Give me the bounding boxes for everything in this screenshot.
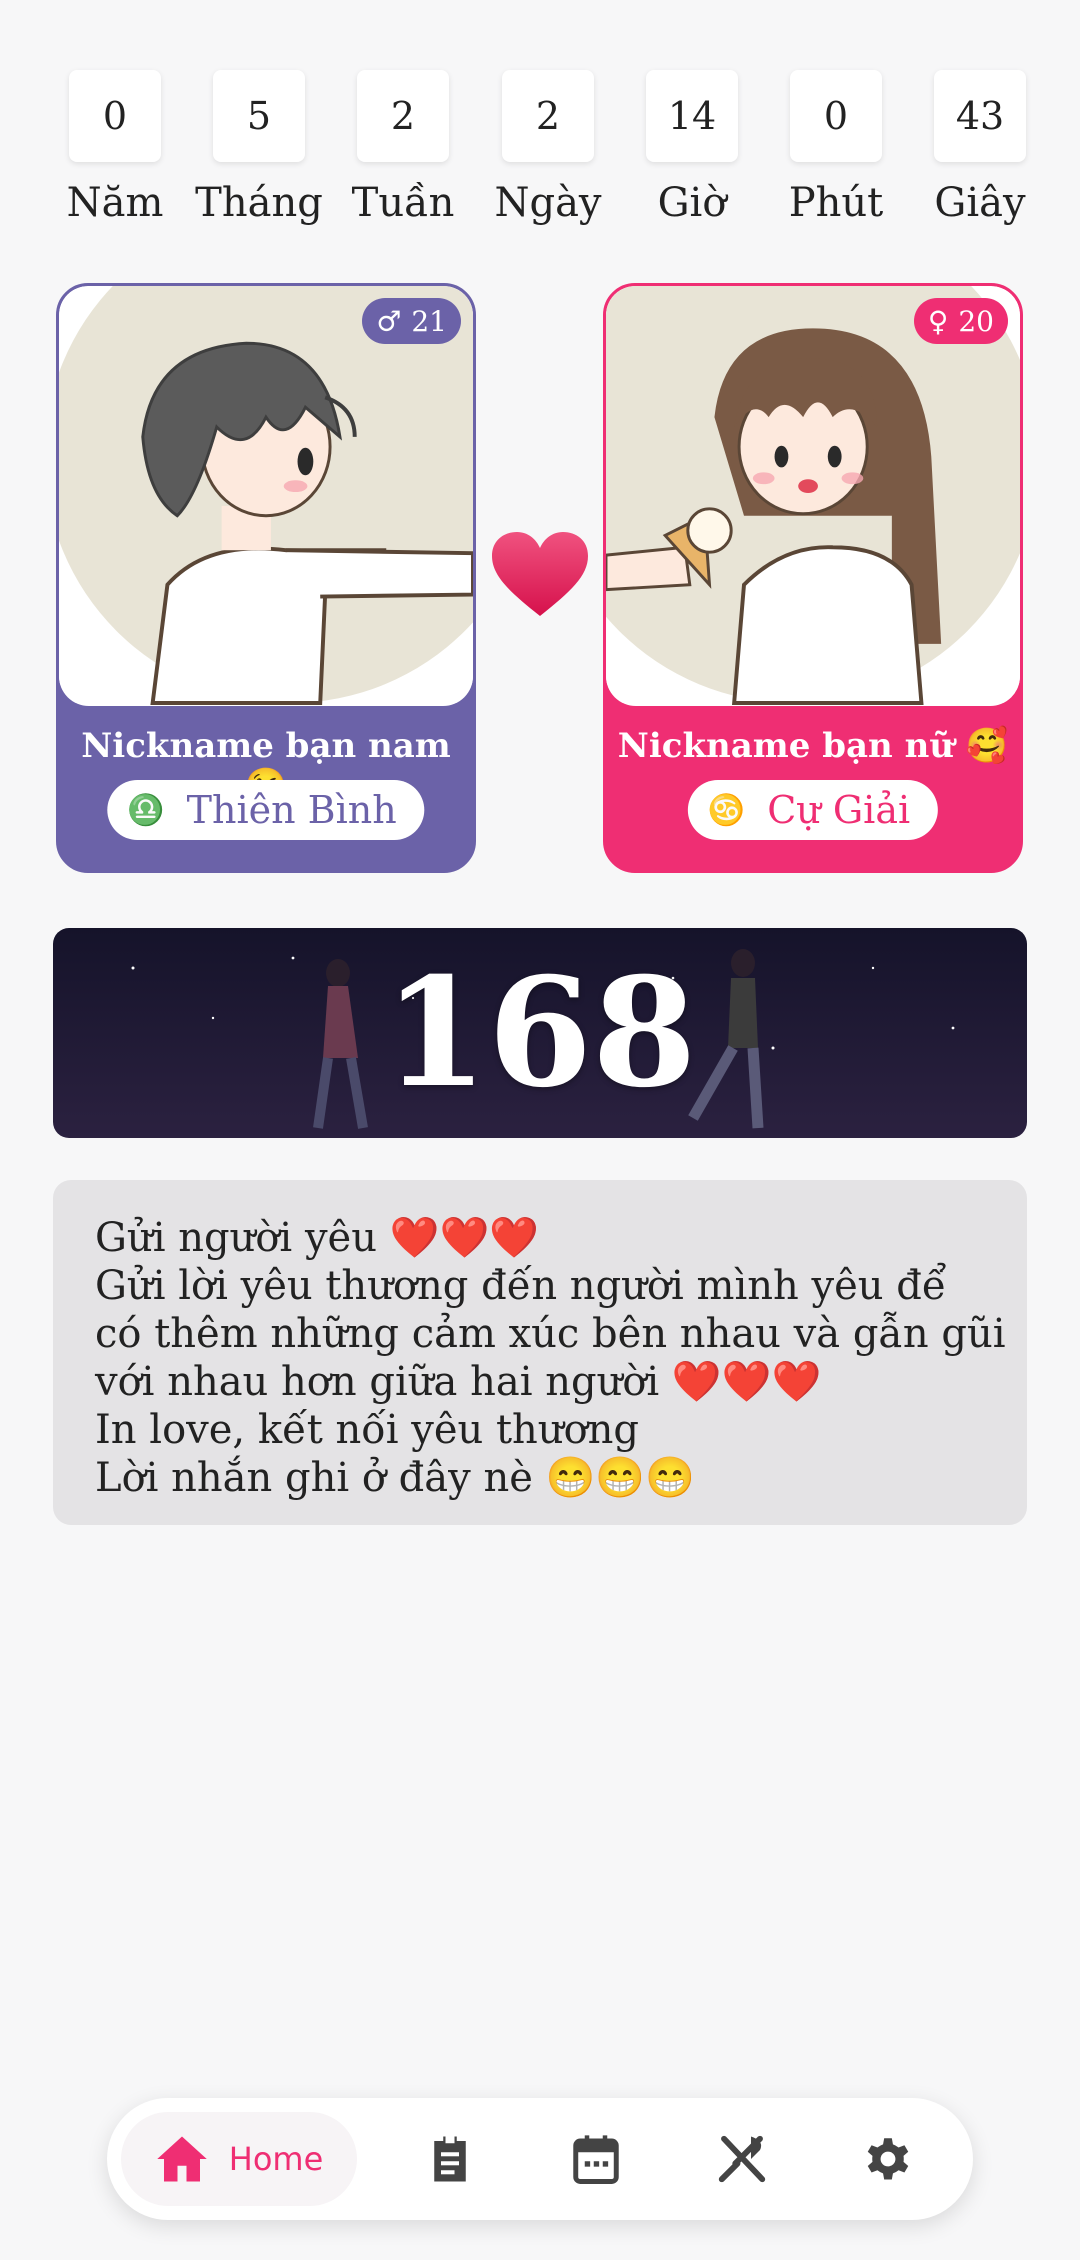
message-line: In love, kết nối yêu thương — [95, 1407, 640, 1453]
countdown-label: Giờ — [657, 180, 727, 226]
nav-home-label: Home — [228, 2140, 324, 2178]
countdown-value: 2 — [357, 70, 449, 162]
nav-settings-button[interactable] — [857, 2128, 919, 2190]
message-line: có thêm những cảm xúc bên nhau và gẫn gũ… — [95, 1311, 1006, 1357]
male-avatar[interactable]: ♂ 21 — [59, 286, 473, 706]
nav-home-button[interactable]: Home — [121, 2112, 357, 2206]
nav-notes-button[interactable] — [419, 2128, 481, 2190]
countdown-value: 5 — [213, 70, 305, 162]
settings-icon — [867, 2138, 909, 2180]
countdown-value: 0 — [790, 70, 882, 162]
female-age: 20 — [958, 304, 994, 338]
message-line: Gửi lời yêu thương đến người mình yêu để — [95, 1263, 947, 1309]
male-profile-card[interactable]: ♂ 21 Nickname bạn nam 😘 ♎ Thiên Bình — [56, 283, 476, 873]
countdown-value: 0 — [69, 70, 161, 162]
heart-icon — [490, 530, 590, 620]
cancer-icon: ♋ — [707, 792, 746, 828]
female-gender-icon: ♀ — [927, 304, 949, 338]
female-age-badge: ♀ 20 — [913, 298, 1008, 344]
girl-illustration — [606, 286, 1020, 705]
fork-knife-icon — [718, 2135, 766, 2183]
countdown-weeks: 2 Tuần — [328, 70, 478, 226]
countdown-seconds: 43 Giây — [905, 70, 1055, 226]
message-line: Gửi người yêu ❤️❤️❤️ — [95, 1215, 540, 1261]
days-count: 168 — [383, 945, 697, 1121]
countdown-label: Phút — [788, 180, 884, 226]
female-zodiac-pill[interactable]: ♋ Cự Giải — [687, 780, 939, 840]
countdown-label: Giây — [934, 180, 1026, 226]
home-icon — [157, 2136, 207, 2182]
countdown-value: 14 — [646, 70, 738, 162]
countdown-label: Ngày — [494, 180, 602, 226]
countdown-months: 5 Tháng — [184, 70, 334, 226]
countdown-minutes: 0 Phút — [761, 70, 911, 226]
message-line: Lời nhắn ghi ở đây nè 😁😁😁 — [95, 1455, 695, 1501]
love-countdown: 0 Năm 5 Tháng 2 Tuần 2 Ngày 14 Giờ 0 Phú… — [40, 70, 1040, 240]
nav-calendar-button[interactable] — [565, 2128, 627, 2190]
countdown-label: Năm — [66, 180, 164, 226]
countdown-label: Tháng — [195, 180, 323, 226]
male-zodiac-label: Thiên Bình — [186, 788, 397, 832]
message-line: với nhau hơn giữa hai người ❤️❤️❤️ — [95, 1359, 822, 1405]
bottom-navigation: Home — [107, 2098, 973, 2220]
clipboard-icon — [434, 2136, 466, 2182]
countdown-days: 2 Ngày — [473, 70, 623, 226]
calendar-icon — [573, 2135, 619, 2184]
love-message[interactable]: Gửi người yêu ❤️❤️❤️ Gửi lời yêu thương … — [53, 1180, 1027, 1525]
female-zodiac-label: Cự Giải — [767, 788, 911, 832]
male-age-badge: ♂ 21 — [362, 298, 461, 344]
male-age: 21 — [411, 304, 447, 338]
boy-illustration — [59, 286, 473, 705]
libra-icon: ♎ — [127, 792, 165, 828]
countdown-years: 0 Năm — [40, 70, 190, 226]
countdown-label: Tuần — [351, 180, 455, 226]
countdown-value: 43 — [934, 70, 1026, 162]
countdown-hours: 14 Giờ — [617, 70, 767, 226]
male-zodiac-pill[interactable]: ♎ Thiên Bình — [107, 780, 425, 840]
male-gender-icon: ♂ — [376, 304, 402, 338]
female-profile-card[interactable]: ♀ 20 Nickname bạn nữ 🥰 ♋ Cự Giải — [603, 283, 1023, 873]
female-nickname[interactable]: Nickname bạn nữ 🥰 — [606, 726, 1020, 766]
days-together-banner[interactable]: 168 — [53, 928, 1027, 1138]
nav-food-button[interactable] — [711, 2128, 773, 2190]
countdown-value: 2 — [502, 70, 594, 162]
female-avatar[interactable]: ♀ 20 — [606, 286, 1020, 706]
